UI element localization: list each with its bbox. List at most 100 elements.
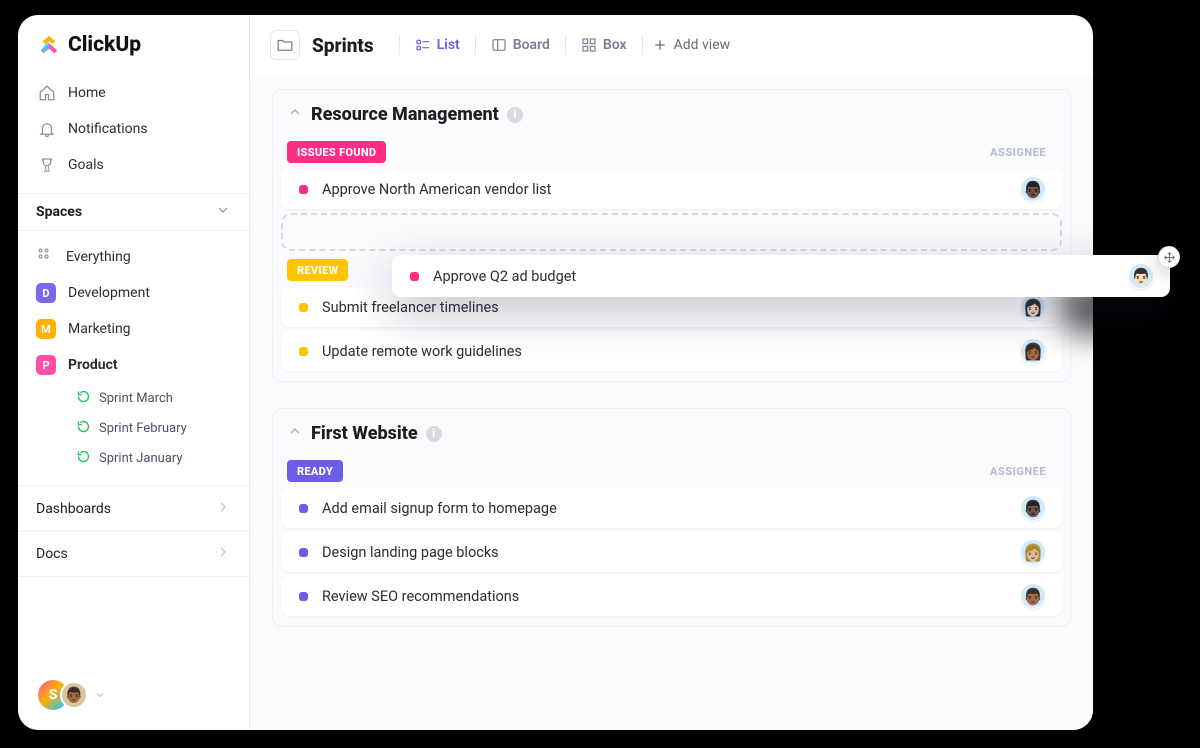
status-dot [299, 504, 308, 513]
space-label: Development [68, 285, 150, 301]
logo-text: ClickUp [68, 33, 141, 57]
caret-down-icon [94, 686, 106, 705]
avatar[interactable]: 👩🏾 [1020, 338, 1046, 364]
nav-notifications[interactable]: Notifications [26, 111, 241, 147]
trophy-icon [38, 156, 56, 174]
list-resource-management: Resource Management i ISSUES FOUND ASSIG… [272, 89, 1071, 382]
user-menu[interactable]: S 👨🏾 [18, 664, 249, 730]
tab-box[interactable]: Box [569, 29, 639, 61]
divider [565, 35, 566, 55]
nav-goals[interactable]: Goals [26, 147, 241, 183]
plus-icon [652, 37, 668, 53]
nav-home[interactable]: Home [26, 75, 241, 111]
avatar[interactable]: 👨🏾 [1020, 583, 1046, 609]
tab-board-label: Board [513, 37, 550, 53]
everything-row[interactable]: Everything [24, 239, 243, 275]
nav-docs[interactable]: Docs [18, 531, 249, 577]
task-name: Design landing page blocks [322, 544, 1006, 561]
task-name: Approve North American vendor list [322, 181, 1006, 198]
list-header[interactable]: Resource Management i [273, 104, 1070, 135]
status-dot [299, 303, 308, 312]
chevron-right-icon [215, 544, 231, 564]
chevron-right-icon [215, 499, 231, 519]
divider [399, 35, 400, 55]
space-development[interactable]: D Development [24, 275, 243, 311]
info-icon[interactable]: i [507, 107, 523, 123]
add-view-button[interactable]: Add view [652, 37, 731, 53]
sprint-label: Sprint January [99, 451, 183, 466]
task-name: Update remote work guidelines [322, 343, 1006, 360]
tab-board[interactable]: Board [479, 29, 562, 61]
status-dot [299, 592, 308, 601]
space-marketing[interactable]: M Marketing [24, 311, 243, 347]
bell-icon [38, 120, 56, 138]
space-product[interactable]: P Product [24, 347, 243, 383]
task-row[interactable]: Add email signup form to homepage 👨🏿 [281, 488, 1062, 528]
tab-list-label: List [437, 37, 460, 53]
divider [642, 35, 643, 55]
task-row[interactable]: Review SEO recommendations 👨🏾 [281, 576, 1062, 616]
nav-notifications-label: Notifications [68, 121, 148, 137]
nav-home-label: Home [68, 85, 106, 101]
bottom-nav: Dashboards Docs [18, 485, 249, 577]
nav-dashboards[interactable]: Dashboards [18, 485, 249, 531]
dragging-task[interactable]: Approve Q2 ad budget 👨🏻 [392, 255, 1170, 297]
avatar[interactable]: 👨🏻 [1128, 263, 1154, 289]
sprint-item[interactable]: Sprint March [76, 383, 243, 413]
space-label: Product [68, 357, 118, 373]
sprint-icon [76, 389, 91, 408]
info-icon[interactable]: i [426, 426, 442, 442]
task-row[interactable]: Approve North American vendor list 👨🏿 [281, 169, 1062, 209]
sprint-icon [76, 419, 91, 438]
task-row[interactable]: Update remote work guidelines 👩🏾 [281, 331, 1062, 371]
app-window: ClickUp Home Notifications Goals Spaces [18, 15, 1093, 730]
avatar[interactable]: 👨🏿 [1020, 176, 1046, 202]
chevron-down-icon [215, 202, 231, 222]
primary-nav: Home Notifications Goals [18, 71, 249, 193]
chevron-up-icon [287, 104, 303, 125]
status-pill[interactable]: ISSUES FOUND [287, 141, 386, 163]
task-name: Approve Q2 ad budget [433, 268, 1114, 285]
status-pill[interactable]: REVIEW [287, 259, 348, 281]
sprint-item[interactable]: Sprint February [76, 413, 243, 443]
tab-box-label: Box [603, 37, 627, 53]
status-pill[interactable]: READY [287, 460, 343, 482]
avatar[interactable]: 👩🏼 [1020, 539, 1046, 565]
topbar: Sprints List Board Box [250, 15, 1093, 75]
divider [475, 35, 476, 55]
everything-label: Everything [66, 249, 131, 265]
sprint-label: Sprint March [99, 391, 173, 406]
page-title: Sprints [312, 34, 374, 57]
task-name: Add email signup form to homepage [322, 500, 1006, 517]
home-icon [38, 84, 56, 102]
spaces-header[interactable]: Spaces [18, 193, 249, 231]
dashboards-label: Dashboards [36, 501, 111, 517]
folder-icon[interactable] [270, 30, 300, 60]
tab-list[interactable]: List [403, 29, 472, 61]
list-name: First Website [311, 423, 418, 444]
list-name: Resource Management [311, 104, 499, 125]
avatar[interactable]: 👨🏿 [1020, 495, 1046, 521]
task-name: Submit freelancer timelines [322, 299, 1006, 316]
logo-icon [38, 34, 60, 56]
logo[interactable]: ClickUp [18, 15, 249, 71]
status-dot [410, 272, 419, 281]
avatar[interactable]: 👩🏻 [1020, 294, 1046, 320]
status-dot [299, 185, 308, 194]
space-badge: M [36, 319, 56, 339]
nav-goals-label: Goals [68, 157, 104, 173]
status-dot [299, 347, 308, 356]
chevron-up-icon [287, 423, 303, 444]
task-name: Review SEO recommendations [322, 588, 1006, 605]
task-row[interactable]: Design landing page blocks 👩🏼 [281, 532, 1062, 572]
drop-placeholder[interactable] [281, 213, 1062, 251]
view-tabs: List Board Box Add view [396, 29, 731, 61]
status-issues-found: ISSUES FOUND ASSIGNEE Approve North Amer… [273, 141, 1070, 251]
space-badge: P [36, 355, 56, 375]
list-header[interactable]: First Website i [273, 423, 1070, 454]
docs-label: Docs [36, 546, 68, 562]
spaces-list: Everything D Development M Marketing P P… [18, 231, 249, 483]
user-avatar: 👨🏾 [60, 681, 88, 709]
sprint-item[interactable]: Sprint January [76, 443, 243, 473]
board-icon [491, 37, 507, 53]
